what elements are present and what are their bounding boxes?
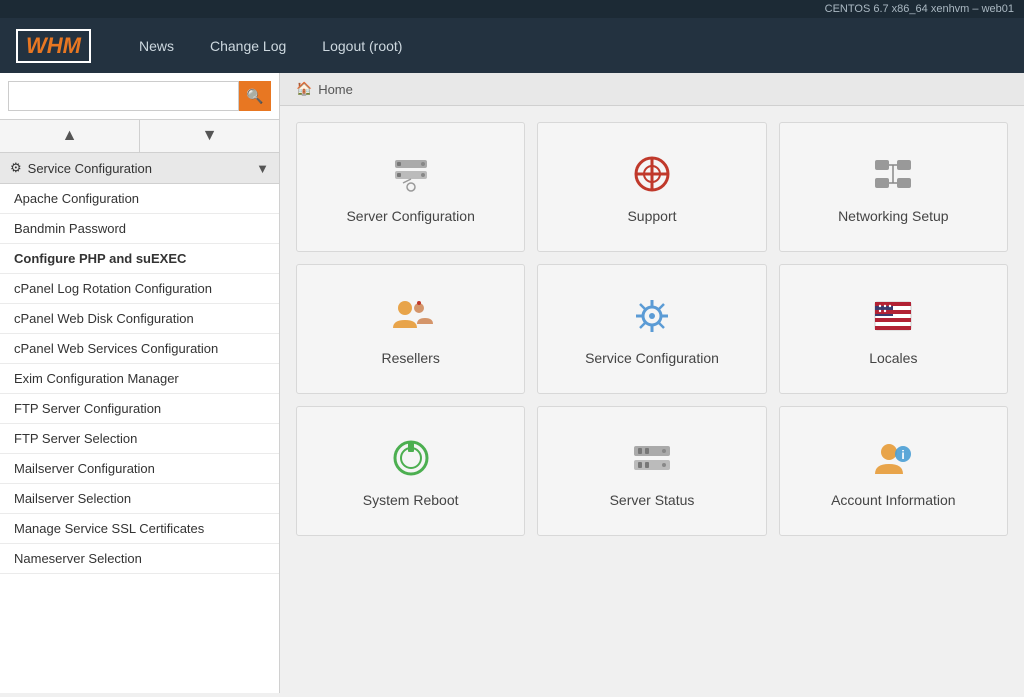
search-icon: 🔍 xyxy=(246,88,263,105)
nav-logout[interactable]: Logout (root) xyxy=(304,18,420,73)
card-networking-setup[interactable]: Networking Setup xyxy=(779,122,1008,252)
dropdown-arrow-icon: ▼ xyxy=(256,161,269,176)
nav-arrows: ▲ ▼ xyxy=(0,120,279,153)
sidebar-item-manage-ssl-certs[interactable]: Manage Service SSL Certificates xyxy=(0,514,279,544)
breadcrumb: 🏠 Home xyxy=(280,73,1024,106)
sidebar-item-configure-php[interactable]: Configure PHP and suEXEC xyxy=(0,244,279,274)
content-wrapper: 🔍 ▲ ▼ ⚙ Service Configuration ▼ Apache C… xyxy=(0,73,1024,693)
sidebar: 🔍 ▲ ▼ ⚙ Service Configuration ▼ Apache C… xyxy=(0,73,280,693)
card-support-label: Support xyxy=(627,208,676,224)
sidebar-item-cpanel-web-services[interactable]: cPanel Web Services Configuration xyxy=(0,334,279,364)
card-service-configuration-label: Service Configuration xyxy=(585,350,719,366)
account-info-icon: i xyxy=(869,434,917,482)
sidebar-item-mailserver-selection[interactable]: Mailserver Selection xyxy=(0,484,279,514)
sidebar-item-apache-config[interactable]: Apache Configuration xyxy=(0,184,279,214)
card-server-status[interactable]: Server Status xyxy=(537,406,766,536)
reboot-icon xyxy=(387,434,435,482)
sidebar-item-exim-config[interactable]: Exim Configuration Manager xyxy=(0,364,279,394)
main-nav: News Change Log Logout (root) xyxy=(121,18,420,73)
main-content: 🏠 Home Ser xyxy=(280,73,1024,693)
locales-icon xyxy=(869,292,917,340)
sidebar-item-bandmin-password[interactable]: Bandmin Password xyxy=(0,214,279,244)
chevron-up-icon: ▲ xyxy=(62,127,78,145)
sidebar-item-ftp-server-selection[interactable]: FTP Server Selection xyxy=(0,424,279,454)
card-support[interactable]: Support xyxy=(537,122,766,252)
card-service-configuration[interactable]: Service Configuration xyxy=(537,264,766,394)
grid-area: Server Configuration Support xyxy=(280,106,1024,552)
card-resellers[interactable]: Resellers xyxy=(296,264,525,394)
card-locales-label: Locales xyxy=(869,350,917,366)
card-networking-setup-label: Networking Setup xyxy=(838,208,949,224)
card-account-information-label: Account Information xyxy=(831,492,956,508)
section-header[interactable]: ⚙ Service Configuration ▼ xyxy=(0,153,279,184)
chevron-down-icon: ▼ xyxy=(202,127,218,145)
networking-icon xyxy=(869,150,917,198)
header: WHM News Change Log Logout (root) xyxy=(0,18,1024,73)
nav-changelog[interactable]: Change Log xyxy=(192,18,304,73)
search-input[interactable] xyxy=(8,81,239,111)
nav-down-button[interactable]: ▼ xyxy=(140,120,279,152)
top-bar: CENTOS 6.7 x86_64 xenhvm – web01 xyxy=(0,0,1024,18)
card-locales[interactable]: Locales xyxy=(779,264,1008,394)
card-system-reboot[interactable]: System Reboot xyxy=(296,406,525,536)
sidebar-item-ftp-server-config[interactable]: FTP Server Configuration xyxy=(0,394,279,424)
nav-news[interactable]: News xyxy=(121,18,192,73)
sidebar-item-nameserver-selection[interactable]: Nameserver Selection xyxy=(0,544,279,574)
search-button[interactable]: 🔍 xyxy=(239,81,271,111)
search-bar: 🔍 xyxy=(0,73,279,120)
card-server-status-label: Server Status xyxy=(610,492,695,508)
gear-icon: ⚙ xyxy=(10,160,22,176)
server-info: CENTOS 6.7 x86_64 xenhvm – web01 xyxy=(825,3,1014,15)
sidebar-item-cpanel-log-rotation[interactable]: cPanel Log Rotation Configuration xyxy=(0,274,279,304)
sidebar-item-mailserver-config[interactable]: Mailserver Configuration xyxy=(0,454,279,484)
card-account-information[interactable]: i Account Information xyxy=(779,406,1008,536)
card-server-configuration-label: Server Configuration xyxy=(346,208,474,224)
card-server-configuration[interactable]: Server Configuration xyxy=(296,122,525,252)
service-config-icon xyxy=(628,292,676,340)
resellers-icon xyxy=(387,292,435,340)
card-resellers-label: Resellers xyxy=(381,350,439,366)
home-icon: 🏠 xyxy=(296,81,312,97)
support-icon xyxy=(628,150,676,198)
logo: WHM xyxy=(16,29,91,63)
server-config-icon xyxy=(387,150,435,198)
svg-text:i: i xyxy=(902,448,905,462)
nav-up-button[interactable]: ▲ xyxy=(0,120,140,152)
sidebar-item-cpanel-web-disk[interactable]: cPanel Web Disk Configuration xyxy=(0,304,279,334)
section-label: Service Configuration xyxy=(28,161,152,176)
sidebar-menu: Apache Configuration Bandmin Password Co… xyxy=(0,184,279,693)
server-status-icon xyxy=(628,434,676,482)
breadcrumb-home[interactable]: Home xyxy=(318,82,353,97)
card-system-reboot-label: System Reboot xyxy=(363,492,459,508)
